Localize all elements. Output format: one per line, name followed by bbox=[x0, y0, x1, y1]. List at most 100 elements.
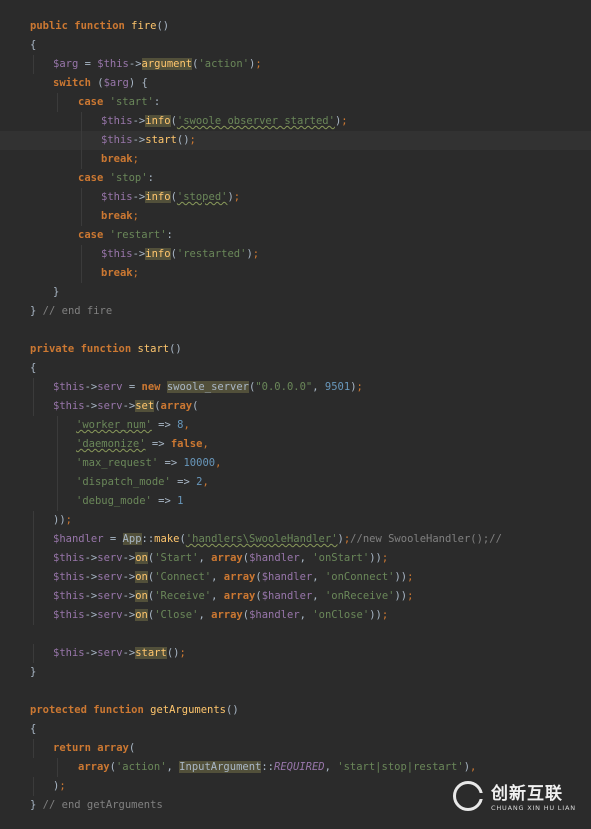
string-literal: 'restarted' bbox=[176, 248, 247, 260]
code-line[interactable]: $this->serv->on('Start', array($handler,… bbox=[0, 549, 591, 568]
code-line[interactable]: public function fire() bbox=[0, 17, 591, 36]
string-literal: 'handlers\SwooleHandler' bbox=[185, 533, 338, 545]
code-line[interactable]: private function start() bbox=[0, 340, 591, 359]
punctuation: () bbox=[166, 647, 180, 659]
code-line[interactable]: } bbox=[0, 283, 591, 302]
code-line-current[interactable]: $this->start(); bbox=[0, 131, 591, 150]
code-line[interactable]: 'max_request' => 10000, bbox=[0, 454, 591, 473]
string-literal: 'debug_mode' bbox=[76, 495, 152, 507]
variable: $this bbox=[53, 552, 85, 564]
code-line[interactable]: 'daemonize' => false, bbox=[0, 435, 591, 454]
operator: -> bbox=[122, 647, 136, 659]
comment: // end fire bbox=[42, 305, 113, 317]
keyword: public bbox=[30, 20, 68, 32]
code-line[interactable]: $this->serv->on('Connect', array($handle… bbox=[0, 568, 591, 587]
function-name: getArguments bbox=[150, 704, 226, 716]
code-line[interactable]: case 'stop': bbox=[0, 169, 591, 188]
code-line[interactable]: 'worker_num' => 8, bbox=[0, 416, 591, 435]
code-line[interactable]: $arg = $this->argument('action'); bbox=[0, 55, 591, 74]
variable: $this bbox=[53, 400, 85, 412]
variable: $arg bbox=[53, 58, 79, 70]
keyword: break bbox=[101, 267, 133, 279]
code-line[interactable]: break; bbox=[0, 264, 591, 283]
code-line[interactable]: 'dispatch_mode' => 2, bbox=[0, 473, 591, 492]
string-literal: 'stoped' bbox=[176, 191, 228, 203]
watermark-logo: 创新互联 CHUANG XIN HU LIAN bbox=[453, 777, 581, 823]
variable: $this bbox=[53, 647, 85, 659]
code-line[interactable]: $this->serv = new swoole_server("0.0.0.0… bbox=[0, 378, 591, 397]
string-literal: "0.0.0.0" bbox=[255, 381, 313, 393]
variable: $this bbox=[53, 609, 85, 621]
code-line[interactable]: { bbox=[0, 36, 591, 55]
string-literal: 'Connect' bbox=[154, 571, 212, 583]
code-line[interactable]: 'debug_mode' => 1 bbox=[0, 492, 591, 511]
property: serv bbox=[97, 609, 123, 621]
string-literal: 'action' bbox=[115, 761, 167, 773]
code-line[interactable]: switch ($arg) { bbox=[0, 74, 591, 93]
operator: -> bbox=[84, 552, 98, 564]
keyword: case bbox=[78, 229, 104, 241]
code-line[interactable]: array('action', InputArgument::REQUIRED,… bbox=[0, 758, 591, 777]
keyword: protected bbox=[30, 704, 87, 716]
logo-icon bbox=[453, 781, 484, 811]
code-line[interactable]: $this->serv->on('Close', array($handler,… bbox=[0, 606, 591, 625]
string-literal: 'dispatch_mode' bbox=[76, 476, 171, 488]
code-line[interactable]: )); bbox=[0, 511, 591, 530]
method-call: argument bbox=[141, 58, 193, 70]
property: serv bbox=[97, 381, 123, 393]
operator: -> bbox=[128, 58, 142, 70]
code-line[interactable]: $this->serv->set(array( bbox=[0, 397, 591, 416]
string-literal: 'max_request' bbox=[76, 457, 159, 469]
punctuation: () bbox=[156, 20, 170, 32]
operator: -> bbox=[122, 609, 136, 621]
string-literal: 'onStart' bbox=[312, 552, 370, 564]
code-line[interactable]: $this->info('stoped'); bbox=[0, 188, 591, 207]
string-literal: 'stop' bbox=[109, 172, 148, 184]
keyword: array bbox=[78, 761, 110, 773]
code-line[interactable]: } // end fire bbox=[0, 302, 591, 321]
operator: -> bbox=[122, 552, 136, 564]
code-line[interactable]: $handler = App::make('handlers\SwooleHan… bbox=[0, 530, 591, 549]
variable: $this bbox=[101, 115, 133, 127]
keyword: array bbox=[223, 590, 256, 602]
class-name: App bbox=[122, 533, 142, 545]
variable: $this bbox=[97, 58, 129, 70]
code-line[interactable]: case 'start': bbox=[0, 93, 591, 112]
property: serv bbox=[97, 590, 123, 602]
code-line[interactable]: { bbox=[0, 359, 591, 378]
variable: $handler bbox=[249, 609, 300, 621]
method-call: start bbox=[135, 647, 167, 659]
punctuation: { bbox=[141, 77, 148, 89]
method-call: info bbox=[145, 115, 171, 127]
keyword: array bbox=[97, 742, 129, 754]
number-literal: 9501 bbox=[324, 381, 351, 393]
string-literal: 'onClose' bbox=[312, 609, 370, 621]
method-call: on bbox=[135, 571, 148, 583]
code-line[interactable]: break; bbox=[0, 150, 591, 169]
keyword: function bbox=[74, 20, 125, 32]
comment: // end getArguments bbox=[42, 799, 163, 811]
code-line[interactable]: return array( bbox=[0, 739, 591, 758]
code-line[interactable]: $this->info('restarted'); bbox=[0, 245, 591, 264]
code-editor[interactable]: public function fire() { $arg = $this->a… bbox=[0, 0, 591, 829]
code-line[interactable]: { bbox=[0, 720, 591, 739]
function-name: start bbox=[137, 343, 170, 355]
code-line[interactable]: case 'restart': bbox=[0, 226, 591, 245]
code-line[interactable]: $this->serv->start(); bbox=[0, 644, 591, 663]
variable: $this bbox=[101, 191, 133, 203]
operator: -> bbox=[84, 571, 98, 583]
code-line[interactable]: } bbox=[0, 663, 591, 682]
string-literal: 'onReceive' bbox=[324, 590, 395, 602]
keyword: array bbox=[160, 400, 193, 412]
punctuation: () bbox=[176, 134, 190, 146]
code-line[interactable]: $this->info('swoole observer started'); bbox=[0, 112, 591, 131]
code-line[interactable]: break; bbox=[0, 207, 591, 226]
watermark-subtitle: CHUANG XIN HU LIAN bbox=[491, 804, 576, 812]
string-literal: 'Close' bbox=[154, 609, 199, 621]
keyword: private bbox=[30, 343, 75, 355]
code-line[interactable]: $this->serv->on('Receive', array($handle… bbox=[0, 587, 591, 606]
keyword: new bbox=[141, 381, 161, 393]
punctuation: } bbox=[30, 666, 37, 678]
operator: -> bbox=[132, 191, 146, 203]
code-line[interactable]: protected function getArguments() bbox=[0, 701, 591, 720]
